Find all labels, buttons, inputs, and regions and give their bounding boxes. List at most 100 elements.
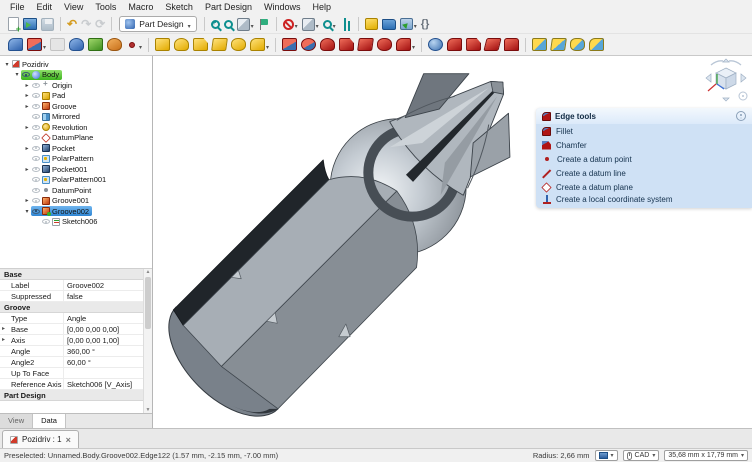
box-zoom-button[interactable] bbox=[222, 19, 235, 30]
create-body-button[interactable] bbox=[6, 37, 25, 52]
additive-primitive-button[interactable] bbox=[248, 35, 271, 55]
menu-view[interactable]: View bbox=[58, 0, 89, 15]
shapebinder-button[interactable] bbox=[86, 37, 105, 52]
draft-button[interactable] bbox=[483, 37, 502, 52]
fit-all-button[interactable] bbox=[209, 19, 222, 30]
subtractive-primitive-button[interactable] bbox=[394, 35, 417, 55]
expand-arrow-icon[interactable] bbox=[23, 197, 31, 204]
color-swatch-selector[interactable] bbox=[595, 450, 618, 461]
expand-arrow-icon[interactable] bbox=[23, 82, 31, 89]
edge-tool-datum-point[interactable]: Create a datum point bbox=[536, 152, 752, 166]
panel-pin-button[interactable] bbox=[736, 111, 746, 121]
undo-button[interactable]: ↶ bbox=[65, 17, 79, 31]
hole-button[interactable] bbox=[299, 37, 318, 52]
map-sketch-button[interactable] bbox=[67, 37, 86, 52]
property-row-label[interactable]: LabelGroove002 bbox=[0, 280, 143, 291]
tree-item-polarpattern001[interactable]: PolarPattern001 bbox=[0, 175, 152, 186]
expand-arrow-icon[interactable] bbox=[13, 71, 21, 78]
additive-pipe-button[interactable] bbox=[210, 37, 229, 52]
additive-loft-button[interactable] bbox=[191, 37, 210, 52]
pocket-button[interactable] bbox=[280, 37, 299, 52]
menu-help[interactable]: Help bbox=[306, 0, 337, 15]
property-row-suppressed[interactable]: Suppressedfalse bbox=[0, 291, 143, 302]
menu-part-design[interactable]: Part Design bbox=[199, 0, 258, 15]
save-button[interactable] bbox=[39, 17, 56, 32]
create-datum-button[interactable] bbox=[124, 35, 144, 55]
expand-arrow-icon[interactable] bbox=[23, 103, 31, 110]
property-row-type[interactable]: TypeAngle bbox=[0, 313, 143, 324]
tree-item-pad[interactable]: Pad bbox=[0, 91, 152, 102]
edge-tool-local-cs[interactable]: Create a local coordinate system bbox=[536, 194, 752, 208]
property-row-base[interactable]: ▸Base[0,00 0,00 0,00] bbox=[0, 324, 143, 335]
tab-data[interactable]: Data bbox=[33, 414, 66, 428]
property-row-axis[interactable]: ▸Axis[0,00 0,00 1,00] bbox=[0, 335, 143, 346]
subtractive-helix-button[interactable] bbox=[375, 37, 394, 52]
isometric-view-button[interactable] bbox=[235, 14, 256, 34]
tree-item-groove001[interactable]: Groove001 bbox=[0, 196, 152, 207]
menu-tools[interactable]: Tools bbox=[89, 0, 122, 15]
measure-button[interactable] bbox=[338, 17, 354, 32]
menu-sketch[interactable]: Sketch bbox=[159, 0, 199, 15]
menu-file[interactable]: File bbox=[4, 0, 31, 15]
tree-item-datumplane[interactable]: DatumPlane bbox=[0, 133, 152, 144]
property-row-up-to-face[interactable]: Up To Face bbox=[0, 368, 143, 379]
menu-edit[interactable]: Edit bbox=[31, 0, 59, 15]
edge-tool-fillet[interactable]: Fillet bbox=[536, 124, 752, 138]
3d-viewport[interactable]: Edge tools Fillet Chamfer Create a datum… bbox=[153, 56, 752, 428]
fillet-button[interactable] bbox=[445, 37, 464, 52]
expand-arrow-icon[interactable] bbox=[23, 124, 31, 131]
edge-tool-datum-plane[interactable]: Create a datum plane bbox=[536, 180, 752, 194]
navigation-cube[interactable] bbox=[703, 58, 749, 104]
edge-tool-datum-line[interactable]: Create a datum line bbox=[536, 166, 752, 180]
whats-this-button[interactable] bbox=[363, 17, 380, 31]
export-button[interactable] bbox=[398, 14, 419, 34]
create-sketch-button[interactable] bbox=[25, 35, 48, 55]
revolution-button[interactable] bbox=[172, 37, 191, 52]
menu-windows[interactable]: Windows bbox=[258, 0, 307, 15]
workbench-selector[interactable]: Part Design bbox=[119, 16, 196, 32]
open-file-button[interactable] bbox=[21, 17, 39, 31]
navigation-style-selector[interactable]: CAD bbox=[623, 450, 660, 461]
tree-item-sketch006[interactable]: Sketch006 bbox=[0, 217, 152, 228]
thickness-button[interactable] bbox=[502, 37, 521, 52]
menu-macro[interactable]: Macro bbox=[122, 0, 159, 15]
tree-item-revolution[interactable]: Revolution bbox=[0, 122, 152, 133]
scroll-down-icon[interactable]: ▼ bbox=[144, 407, 152, 413]
tree-item-body[interactable]: Body bbox=[0, 70, 152, 81]
property-row-reference-axis[interactable]: Reference AxisSketch006 [V_Axis] bbox=[0, 379, 143, 390]
dependency-folder-button[interactable] bbox=[380, 18, 398, 31]
expand-arrow-icon[interactable]: ▸ bbox=[2, 335, 5, 345]
selection-filter-button[interactable] bbox=[321, 14, 338, 34]
tree-item-datumpoint[interactable]: DatumPoint bbox=[0, 185, 152, 196]
tree-item-origin[interactable]: Origin bbox=[0, 80, 152, 91]
linear-pattern-button[interactable] bbox=[549, 37, 568, 52]
tab-view[interactable]: View bbox=[0, 414, 33, 428]
chamfer-button[interactable] bbox=[464, 37, 483, 52]
tree-item-polarpattern[interactable]: PolarPattern bbox=[0, 154, 152, 165]
subtractive-pipe-button[interactable] bbox=[356, 37, 375, 52]
expand-arrow-icon[interactable] bbox=[23, 166, 31, 173]
expand-arrow-icon[interactable] bbox=[23, 208, 31, 215]
polar-pattern-button[interactable] bbox=[568, 37, 587, 52]
tree-item-mirrored[interactable]: Mirrored bbox=[0, 112, 152, 123]
expand-arrow-icon[interactable] bbox=[23, 145, 31, 152]
expand-arrow-icon[interactable] bbox=[3, 61, 11, 68]
tree-item-groove[interactable]: Groove bbox=[0, 101, 152, 112]
tree-item-groove002[interactable]: Groove002 bbox=[0, 206, 152, 217]
clipping-plane-button[interactable] bbox=[281, 14, 300, 34]
redo-button[interactable]: ↷ bbox=[79, 17, 93, 31]
edit-sketch-button[interactable] bbox=[48, 37, 67, 52]
groove-button[interactable] bbox=[318, 37, 337, 52]
expand-arrow-icon[interactable] bbox=[23, 92, 31, 99]
sync-view-button[interactable] bbox=[256, 17, 272, 31]
draw-style-button[interactable] bbox=[300, 14, 321, 34]
close-tab-icon[interactable]: × bbox=[66, 435, 71, 445]
scroll-up-icon[interactable]: ▲ bbox=[144, 269, 152, 275]
scrollbar-thumb[interactable] bbox=[145, 277, 151, 329]
subtractive-loft-button[interactable] bbox=[337, 37, 356, 52]
multitransform-button[interactable] bbox=[587, 37, 606, 52]
refresh-button[interactable]: ⟳ bbox=[93, 17, 107, 31]
macro-braces-button[interactable]: {} bbox=[419, 17, 432, 31]
tree-item-pocket001[interactable]: Pocket001 bbox=[0, 164, 152, 175]
tree-item-pocket[interactable]: Pocket bbox=[0, 143, 152, 154]
